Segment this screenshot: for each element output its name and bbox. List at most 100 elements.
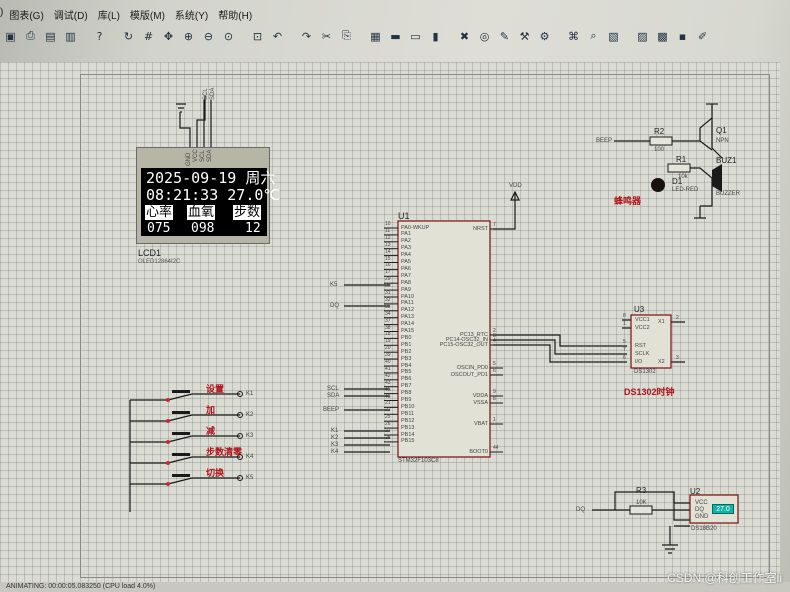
mcu-pin-name: PB12 <box>401 417 415 424</box>
mcu-pin-name: PB6 <box>401 376 412 383</box>
oled-net-sda: SDA <box>210 87 216 100</box>
mcu-pin-name: PA8 <box>401 279 411 286</box>
mcu-pin-number: 19 <box>385 338 391 345</box>
rtc-pin-number: 2 <box>676 315 679 321</box>
mcu-pin-number: 29 <box>385 276 391 283</box>
mcu-pin-name: PB8 <box>401 390 412 397</box>
mcu-pin-number: 16 <box>385 262 391 269</box>
oled-pin-gnd: GND <box>186 152 192 166</box>
rtc-pin-name: RST <box>635 342 646 349</box>
buzzer-beep-net: BEEP <box>596 138 613 144</box>
mcu-pin-number: 12 <box>385 234 391 241</box>
mcu-pin-name: PA15 <box>401 328 415 334</box>
mcu-pin-number: 40 <box>385 359 391 365</box>
mcu-pin-name: PB10 <box>401 403 415 410</box>
mcu-pin-name: PB11 <box>401 410 415 417</box>
mcu-pin-number: 39 <box>385 352 391 359</box>
rtc-part: DS1302 <box>634 369 656 375</box>
mcu-part: STM32F103C8 <box>398 458 439 464</box>
mcu-pin-number: 15 <box>385 255 391 262</box>
mcu-pin-name: NRST <box>473 225 488 232</box>
push-button-1[interactable] <box>166 390 243 402</box>
mcu-pin-name: PA7 <box>401 272 411 279</box>
net-sda: SDA <box>327 393 340 399</box>
net-k3: K3 <box>331 442 339 448</box>
mcu-pin-name: PB9 <box>401 397 412 403</box>
mcu-pin-number: 27 <box>385 428 391 434</box>
mcu-pin-number: 34 <box>385 310 391 317</box>
mcu-pin-number: 17 <box>385 269 391 276</box>
mcu-pin-number: 30 <box>385 283 391 290</box>
mcu-pin-name: PA5 <box>401 259 411 265</box>
push-button-2[interactable] <box>166 411 243 423</box>
net-dq: DQ <box>330 303 339 309</box>
net-k4: K4 <box>331 449 339 455</box>
oled-date-line: 2025-09-19 周六 <box>146 169 276 187</box>
r1-ref: R1 <box>676 155 687 164</box>
temp-pin-vcc: VCC <box>695 500 708 506</box>
mcu-pin-number: 46 <box>385 393 391 400</box>
mcu-pin-number: 28 <box>385 434 391 441</box>
button-label: 减 <box>206 426 216 436</box>
temp-pin-gnd: GND <box>695 514 709 520</box>
oled-value-oxygen: 098 <box>191 221 215 236</box>
mcu-pin-number: 1 <box>493 417 496 423</box>
button-label: 切换 <box>206 468 225 478</box>
net-vdd: VDD <box>509 183 522 189</box>
button-net: K2 <box>246 412 254 418</box>
r3-value: 10K <box>636 500 647 506</box>
q1-type: NPN <box>716 138 729 144</box>
r3-ref: R3 <box>636 486 647 495</box>
mcu-pin-number: 9 <box>493 389 496 395</box>
button-label: 步数清零 <box>206 447 243 457</box>
mcu-pin-number: 25 <box>385 414 391 421</box>
mcu-pin-number: 43 <box>385 379 391 386</box>
net-scl: SCL <box>327 386 339 392</box>
rtc-pin-name: VCC2 <box>635 324 650 331</box>
mcu-pin-name: PA13 <box>401 314 415 321</box>
button-label: 加 <box>206 405 216 415</box>
push-button-3[interactable] <box>166 432 243 444</box>
push-button-5[interactable] <box>166 474 243 486</box>
mcu-pin-name: VBAT <box>474 420 488 427</box>
mcu-pin-number: 22 <box>385 407 391 414</box>
r2-ref: R2 <box>654 127 665 136</box>
oled-time-line: 08:21:33 27.0℃ <box>146 186 281 204</box>
rtc-pin-name: X2 <box>658 358 665 365</box>
oled-tab-steps: 步数 <box>233 205 262 220</box>
mcu-pin-number: 10 <box>385 221 391 227</box>
mcu-pin-number: 26 <box>385 421 391 428</box>
mcu-pin-number: 13 <box>385 241 391 248</box>
temp-pin-dq: DQ <box>695 507 704 513</box>
mcu-pin-number: 31 <box>385 290 391 296</box>
mcu-pin-name: PC15-OSC32_OUT <box>439 341 488 348</box>
rtc-pin-number: 1 <box>623 321 626 327</box>
oled-pin-vcc: VCC <box>193 149 199 162</box>
mcu-pin-name: PA4 <box>401 252 411 259</box>
oled-net-scl: SCL <box>203 88 209 100</box>
mcu-pin-name: PB15 <box>401 438 415 445</box>
rtc-pin-number: 3 <box>676 355 679 361</box>
mcu-pin-number: 5 <box>493 361 496 367</box>
oled-tab-oxygen: 血氧 <box>187 205 216 220</box>
net-k5: K5 <box>330 282 338 288</box>
mcu-pin-number: 38 <box>385 324 391 331</box>
mcu-pin-name: PA3 <box>401 245 411 252</box>
net-beep: BEEP <box>323 407 340 413</box>
mcu-pin-name: PB0 <box>401 334 412 341</box>
temp-part: DS18B20 <box>691 526 717 532</box>
mcu-pin-number: 6 <box>493 368 496 374</box>
mcu-pin-number: 32 <box>385 296 391 303</box>
mcu-pin-name: VDDA <box>472 392 488 399</box>
mcu-pin-name: PA9 <box>401 286 411 293</box>
mcu-pin-number: 8 <box>493 396 496 402</box>
oled-pin-scl: SCL <box>200 150 206 162</box>
rtc-pin-name: VCC1 <box>635 316 650 323</box>
mcu-pin-name: PA6 <box>401 265 411 272</box>
mcu-pin-name: BOOT0 <box>469 448 488 455</box>
mcu-pin-name: PB2 <box>401 348 412 355</box>
rtc-label: DS1302时钟 <box>624 387 675 397</box>
rtc-pin-name: X1 <box>658 318 665 325</box>
mcu-pin-name: PB1 <box>401 341 412 348</box>
buzzer-part: BUZZER <box>716 191 740 197</box>
